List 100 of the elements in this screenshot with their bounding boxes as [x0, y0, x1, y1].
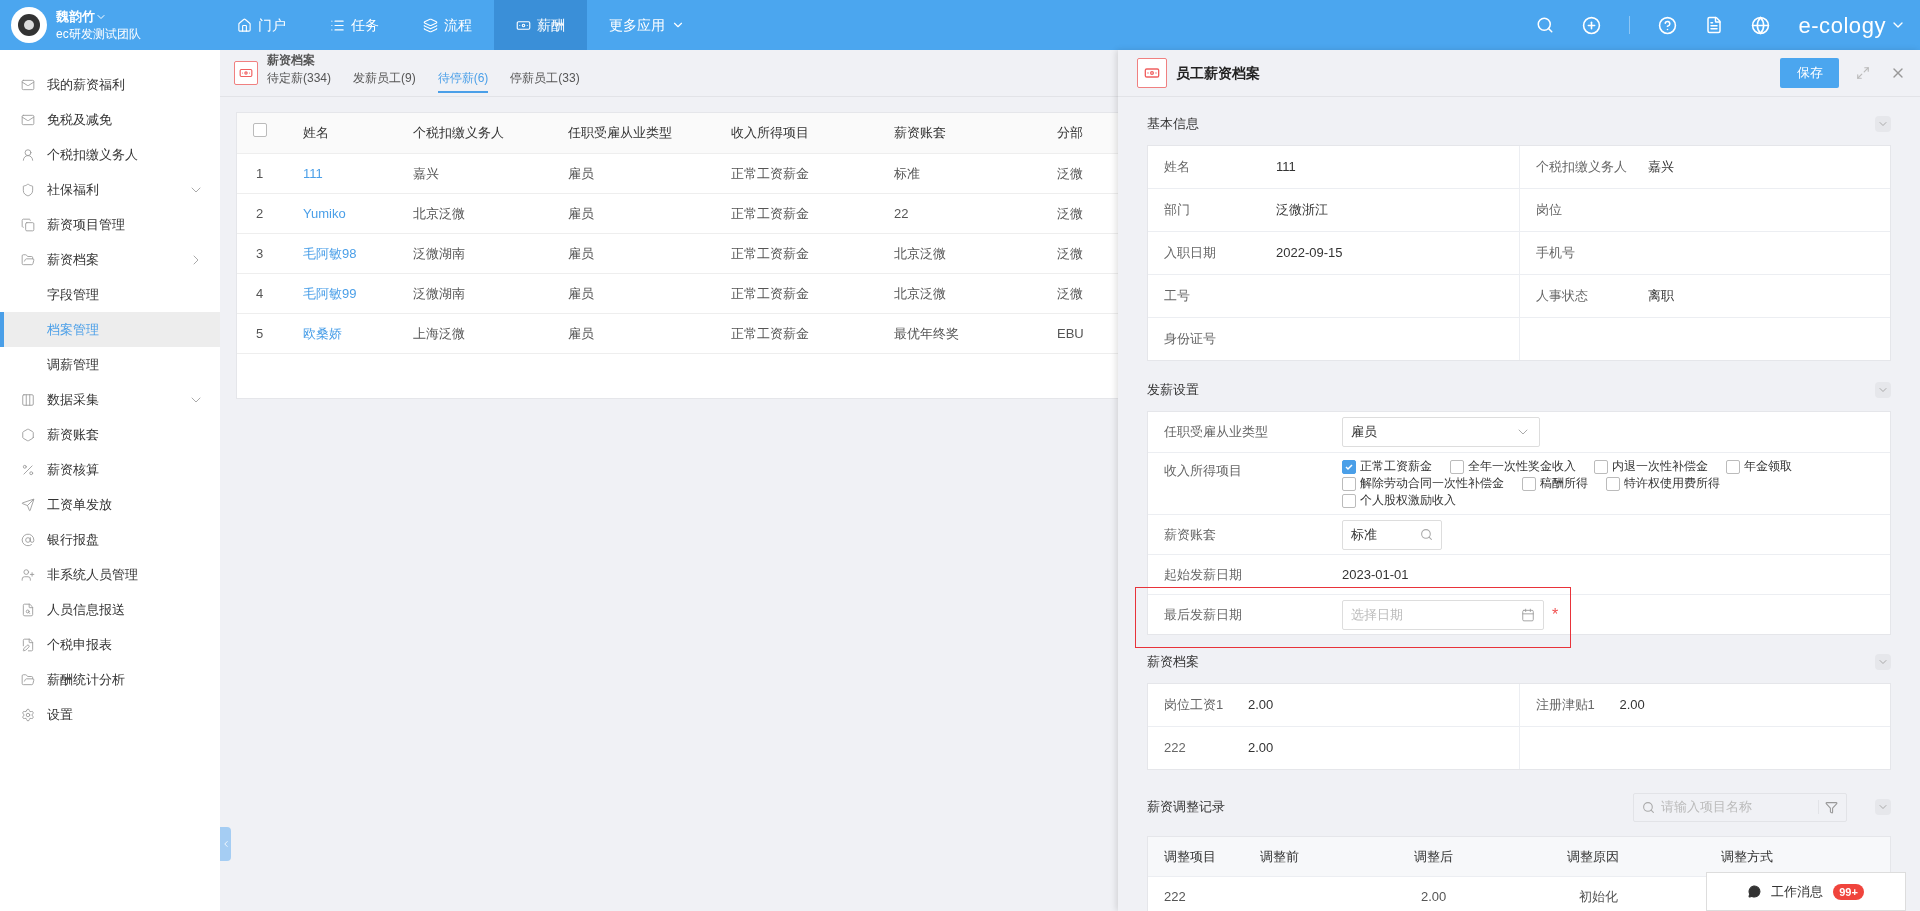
- drawer-title: 员工薪资档案: [1176, 63, 1260, 83]
- checkmark-icon: [1344, 461, 1354, 472]
- column-header: 分部: [1057, 124, 1084, 143]
- checkbox[interactable]: [1342, 459, 1356, 474]
- sidebar-item[interactable]: 免税及减免: [0, 102, 220, 137]
- tab[interactable]: 发薪员工(9): [353, 69, 416, 93]
- menu-icon: [21, 112, 35, 127]
- column-header: 调整原因: [1567, 847, 1621, 866]
- checkbox[interactable]: [1450, 459, 1464, 474]
- table-cell-text: 2.00: [1421, 888, 1448, 907]
- field-label: 起始发薪日期: [1164, 565, 1243, 584]
- field-label: 最后发薪日期: [1164, 605, 1243, 624]
- field-label: 个税扣缴义务人: [1535, 158, 1628, 177]
- nav-icon: [330, 17, 345, 33]
- chat-icon: [1748, 885, 1762, 898]
- help-icon[interactable]: [1658, 15, 1678, 35]
- active-indicator: [0, 312, 4, 347]
- search-icon: [1420, 528, 1433, 541]
- count-badge: 99+: [1833, 883, 1864, 900]
- table-cell-text: 泛微: [1057, 284, 1084, 303]
- sidebar-item[interactable]: 人员信息报送: [0, 592, 220, 627]
- expand-icon[interactable]: [1856, 66, 1870, 80]
- checkbox[interactable]: [1594, 459, 1608, 474]
- menu-icon: [21, 602, 35, 617]
- nav-icon: [237, 17, 252, 33]
- table-cell-text: 泛微: [1057, 244, 1084, 263]
- sidebar-item[interactable]: 薪资档案: [0, 242, 220, 277]
- select-field[interactable]: 雇员: [1342, 417, 1540, 447]
- module-icon: [234, 61, 258, 85]
- sidebar-item[interactable]: 个税申报表: [0, 627, 220, 662]
- checkbox-label: 正常工资薪金: [1360, 458, 1432, 475]
- sidebar-item[interactable]: 薪资账套: [0, 417, 220, 452]
- collapse-button[interactable]: [1875, 116, 1891, 132]
- table-cell-text: 标准: [894, 164, 921, 183]
- sidebar-item[interactable]: 个税扣缴义务人: [0, 137, 220, 172]
- messages-button[interactable]: 工作消息 99+: [1706, 872, 1906, 911]
- table-cell-text: 北京泛微: [413, 204, 466, 223]
- sidebar-item[interactable]: 调薪管理: [0, 347, 220, 382]
- sidebar-item[interactable]: 工资单发放: [0, 487, 220, 522]
- add-icon[interactable]: [1582, 15, 1602, 35]
- field-value: 2023-01-01: [1342, 565, 1409, 584]
- field-label: 222: [1164, 739, 1187, 758]
- sidebar-item[interactable]: 薪酬统计分析: [0, 662, 220, 697]
- field-label: 工号: [1164, 287, 1191, 306]
- checkbox-label: 特许权使用费所得: [1624, 475, 1720, 492]
- table-cell-text: 雇员: [568, 284, 595, 303]
- document-icon[interactable]: [1705, 16, 1724, 34]
- sidebar-item[interactable]: 我的薪资福利: [0, 67, 220, 102]
- sidebar-item[interactable]: 薪资核算: [0, 452, 220, 487]
- sidebar-item[interactable]: 设置: [0, 697, 220, 732]
- sidebar-item[interactable]: 非系统人员管理: [0, 557, 220, 592]
- sidebar-item[interactable]: 字段管理: [0, 277, 220, 312]
- menu-icon: [21, 497, 35, 512]
- sidebar-item[interactable]: 社保福利: [0, 172, 220, 207]
- sidebar-item[interactable]: 数据采集: [0, 382, 220, 417]
- tab[interactable]: 停薪员工(33): [510, 69, 580, 93]
- table-cell-text: 正常工资薪金: [731, 164, 810, 183]
- section-title: 薪资档案: [1147, 653, 1199, 672]
- sidebar-item[interactable]: 薪资项目管理: [0, 207, 220, 242]
- collapse-button[interactable]: [1875, 799, 1891, 815]
- table-cell-text: EBU: [1057, 324, 1085, 343]
- search-field[interactable]: 标准: [1342, 519, 1442, 550]
- collapse-button[interactable]: [1875, 654, 1891, 670]
- avatar[interactable]: [11, 7, 47, 43]
- filter-icon[interactable]: [1825, 800, 1838, 814]
- field-label: 手机号: [1535, 244, 1576, 263]
- checkbox-label: 全年一次性奖金收入: [1468, 458, 1576, 475]
- tab[interactable]: 待定薪(334): [267, 69, 331, 93]
- checkbox[interactable]: [1342, 493, 1356, 508]
- checkbox[interactable]: [1342, 476, 1356, 491]
- column-header: 姓名: [303, 124, 330, 143]
- search-icon[interactable]: [1536, 16, 1555, 34]
- globe-icon[interactable]: [1751, 15, 1771, 35]
- checkbox[interactable]: [1726, 459, 1740, 474]
- field-label: 姓名: [1164, 158, 1191, 177]
- field-label: 人事状态: [1535, 287, 1589, 306]
- column-header: 个税扣缴义务人: [413, 124, 505, 143]
- table-cell-text: 22: [894, 204, 910, 223]
- menu-icon: [21, 147, 35, 162]
- field-label: 收入所得项目: [1164, 462, 1243, 480]
- sidebar-item[interactable]: 银行报盘: [0, 522, 220, 557]
- menu-icon: [21, 217, 35, 232]
- menu-icon: [21, 392, 35, 407]
- menu-icon: [21, 182, 35, 197]
- table-cell-text: 雇员: [568, 324, 595, 343]
- checkbox[interactable]: [1522, 476, 1536, 491]
- row-number: 4: [255, 284, 265, 303]
- collapse-handle[interactable]: [220, 827, 231, 861]
- module-title: 薪资档案: [267, 53, 316, 67]
- field-label: 注册津贴1: [1535, 696, 1596, 715]
- row-number: 3: [255, 244, 265, 263]
- checkbox[interactable]: [253, 123, 267, 138]
- table-cell-text: 北京泛微: [894, 284, 947, 303]
- table-cell-text: 正常工资薪金: [731, 204, 810, 223]
- calendar-icon: [1521, 607, 1535, 622]
- column-header: 薪资账套: [894, 124, 947, 143]
- field-label: 任职受雇从业类型: [1164, 423, 1269, 442]
- collapse-button[interactable]: [1875, 382, 1891, 398]
- table-cell-text: 北京泛微: [894, 244, 947, 263]
- checkbox[interactable]: [1606, 476, 1620, 491]
